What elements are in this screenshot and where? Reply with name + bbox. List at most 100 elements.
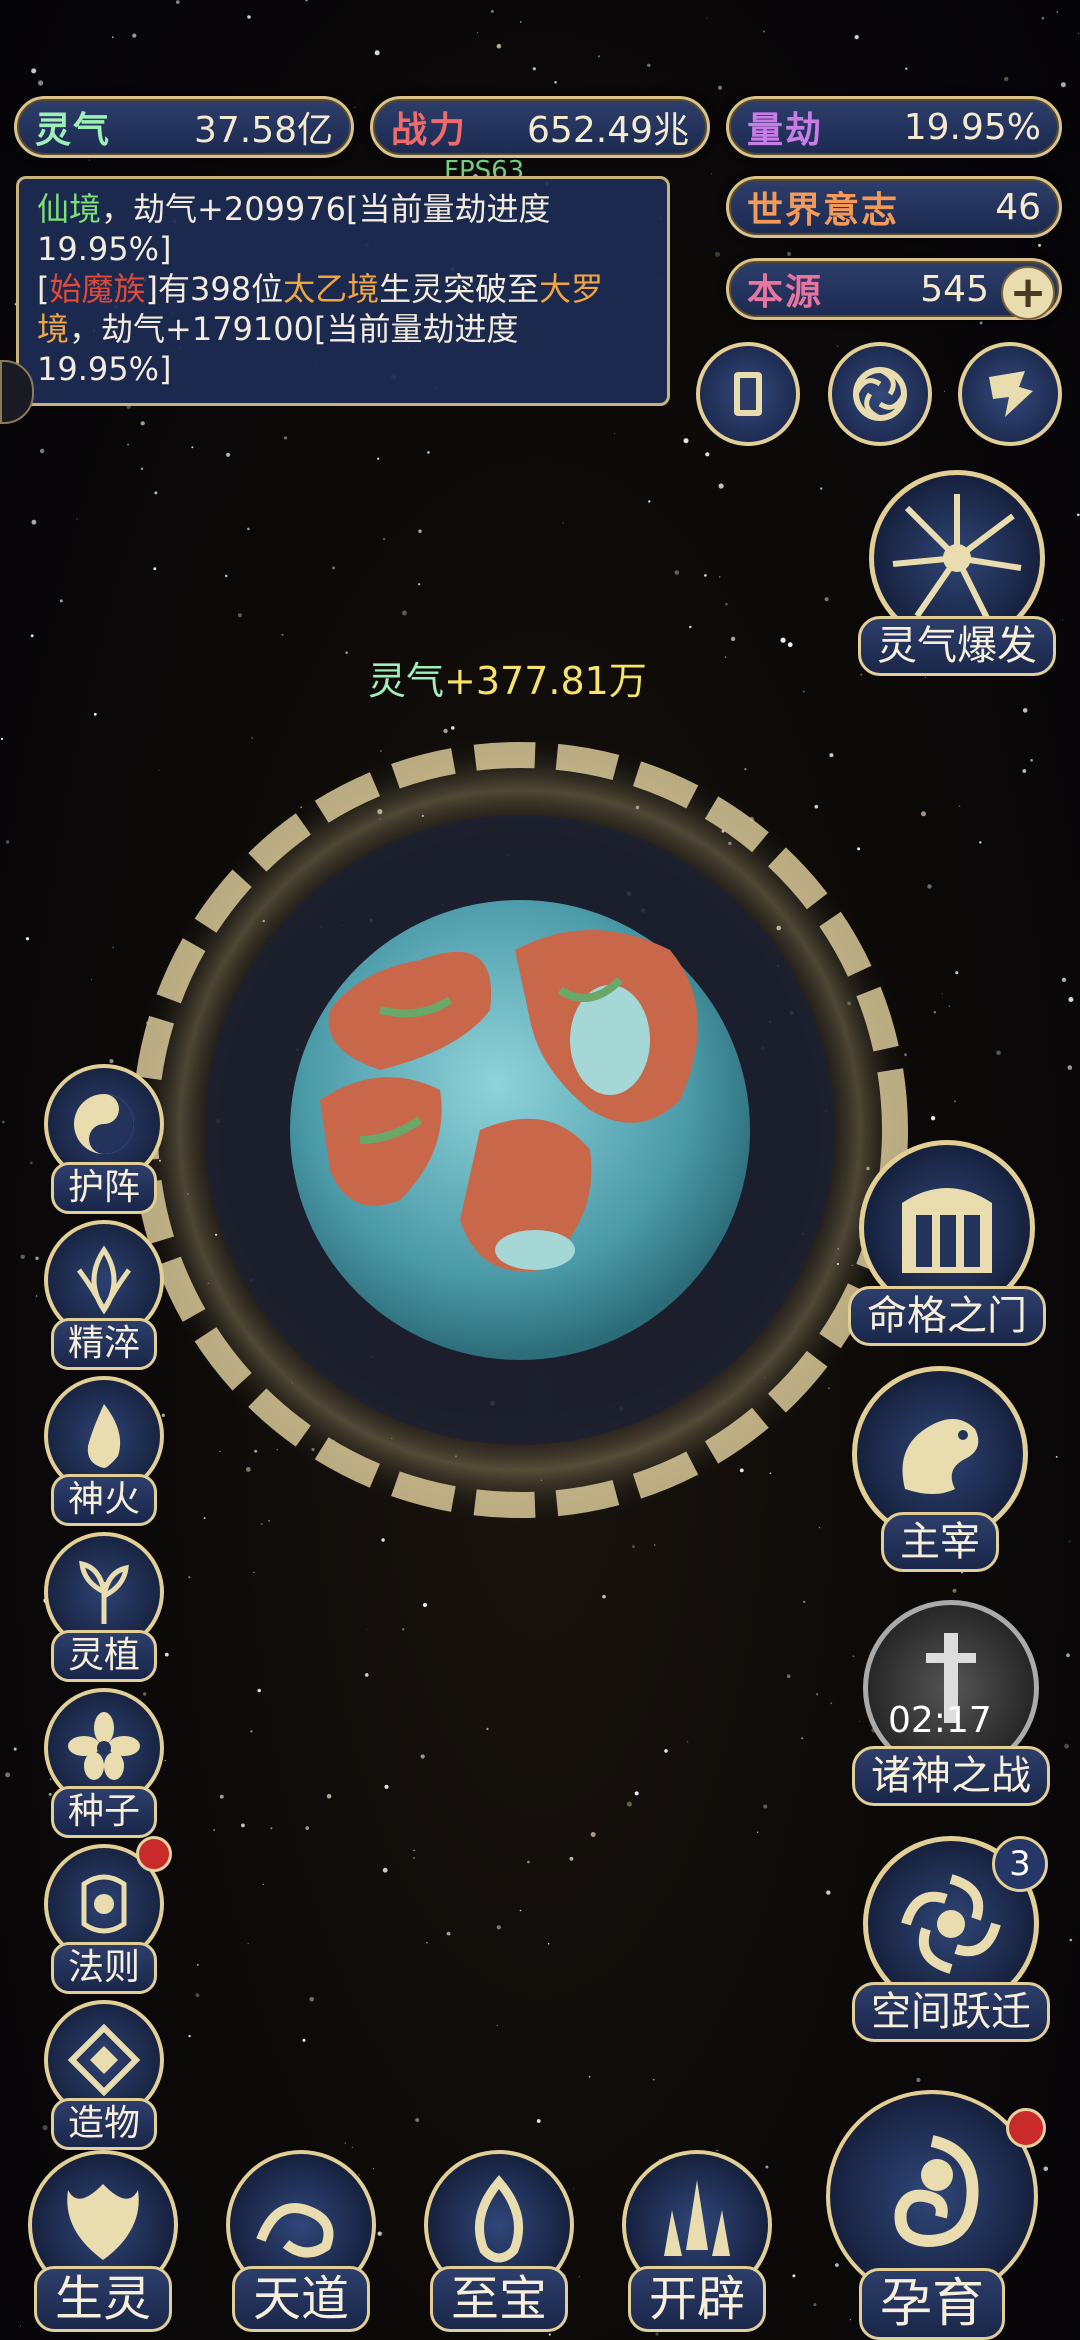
star [88, 159, 91, 161]
star [602, 1594, 606, 1599]
event-log[interactable]: 仙境，劫气+209976[当前量劫进度19.95%] [始魔族]有398位太乙境… [16, 176, 670, 406]
star [547, 1942, 550, 1945]
star [31, 68, 37, 74]
star [39, 448, 45, 454]
star [486, 1727, 489, 1730]
star [715, 251, 720, 257]
star [59, 599, 63, 603]
star [140, 467, 144, 471]
star [76, 518, 78, 520]
star [780, 637, 786, 643]
star [718, 483, 724, 489]
destiny-gate-button[interactable]: 命格之门 [848, 1140, 1046, 1346]
star [813, 2303, 817, 2307]
log-entry: [始魔族]有398位太乙境生灵突破至大罗境，劫气+179100[当前量劫进度19… [37, 269, 649, 389]
star [415, 2118, 420, 2122]
star [689, 625, 692, 629]
star [958, 805, 961, 807]
liangjie-counter[interactable]: 量劫 19.95% [726, 96, 1062, 158]
star [237, 613, 242, 618]
menu-huzhen[interactable]: 护阵 [44, 1064, 164, 1214]
zhanli-counter: 战力 652.49兆 [370, 96, 710, 158]
star [569, 1856, 574, 1861]
vortex-button[interactable] [828, 342, 932, 446]
flag-icon [989, 371, 1033, 417]
bottom-label: 至宝 [429, 2266, 568, 2332]
lord-button[interactable]: 主宰 [852, 1366, 1028, 1572]
benyuan-counter: 本源 545 + [726, 258, 1062, 320]
star [1060, 82, 1066, 88]
menu-lingzhi[interactable]: 灵植 [44, 1532, 164, 1682]
star [554, 81, 557, 84]
star [241, 1823, 245, 1828]
star [247, 527, 250, 531]
world-will-label: 世界意志 [747, 190, 900, 231]
star [730, 636, 736, 642]
bottom-zhibao-button[interactable]: 至宝 [424, 2150, 574, 2332]
star [496, 1925, 501, 1930]
menu-zhongzi[interactable]: 种子 [44, 1688, 164, 1838]
star [1078, 32, 1079, 34]
menu-jingcui[interactable]: 精淬 [44, 1220, 164, 1370]
star [188, 2034, 191, 2038]
star [1022, 769, 1027, 773]
star [345, 651, 348, 654]
star [29, 1161, 33, 1165]
star [109, 1059, 114, 1064]
star [351, 2146, 354, 2149]
flag-button[interactable] [958, 342, 1062, 446]
star [374, 50, 380, 56]
star [426, 1941, 428, 1944]
bottom-tiandao-button[interactable]: 天道 [226, 2150, 376, 2332]
star [302, 2038, 306, 2042]
star [830, 1702, 833, 1705]
menu-label: 灵植 [50, 1630, 157, 1682]
menu-label: 精淬 [50, 1318, 157, 1370]
star [803, 1600, 806, 1604]
space-jump-label: 空间跃迁 [852, 1982, 1050, 2042]
star [247, 1942, 249, 1945]
planet-world[interactable] [120, 720, 920, 1540]
menu-zaowu[interactable]: 造物 [44, 2000, 164, 2150]
star [365, 1673, 369, 1677]
star [477, 32, 479, 34]
bottom-shengling-button[interactable]: 生灵 [28, 2150, 178, 2332]
star [955, 971, 959, 975]
star [925, 676, 927, 679]
star [224, 574, 228, 578]
space-jump-badge: 3 [992, 1836, 1048, 1892]
star [305, 1826, 310, 1830]
add-benyuan-button[interactable]: + [1001, 266, 1055, 320]
star [93, 712, 97, 716]
star [952, 1588, 957, 1593]
star [786, 251, 792, 257]
star [132, 33, 137, 38]
star [1004, 76, 1009, 82]
star [140, 421, 145, 426]
star [674, 570, 680, 575]
star [38, 80, 44, 86]
star [1056, 11, 1058, 13]
liangjie-label: 量劫 [747, 110, 824, 151]
menu-shenhuo[interactable]: 神火 [44, 1376, 164, 1526]
star [1022, 708, 1028, 713]
card-button[interactable] [696, 342, 800, 446]
star [792, 2274, 796, 2278]
star [20, 2325, 22, 2327]
star [548, 2333, 551, 2336]
nurture-notification-dot [1006, 2108, 1046, 2148]
star [112, 946, 115, 949]
star [35, 1256, 39, 1261]
bottom-label: 天道 [231, 2266, 370, 2332]
star [626, 1801, 632, 1807]
star [562, 522, 564, 524]
bottom-kaipi-button[interactable]: 开辟 [622, 2150, 772, 2332]
star [979, 321, 983, 325]
world-will-counter[interactable]: 世界意志 46 [726, 176, 1062, 238]
star [367, 1629, 368, 1630]
star [382, 1867, 388, 1873]
star [590, 1832, 596, 1837]
star [1038, 243, 1041, 247]
lingqi-burst-button[interactable]: 灵气爆发 [858, 470, 1056, 676]
star [1064, 1743, 1069, 1749]
